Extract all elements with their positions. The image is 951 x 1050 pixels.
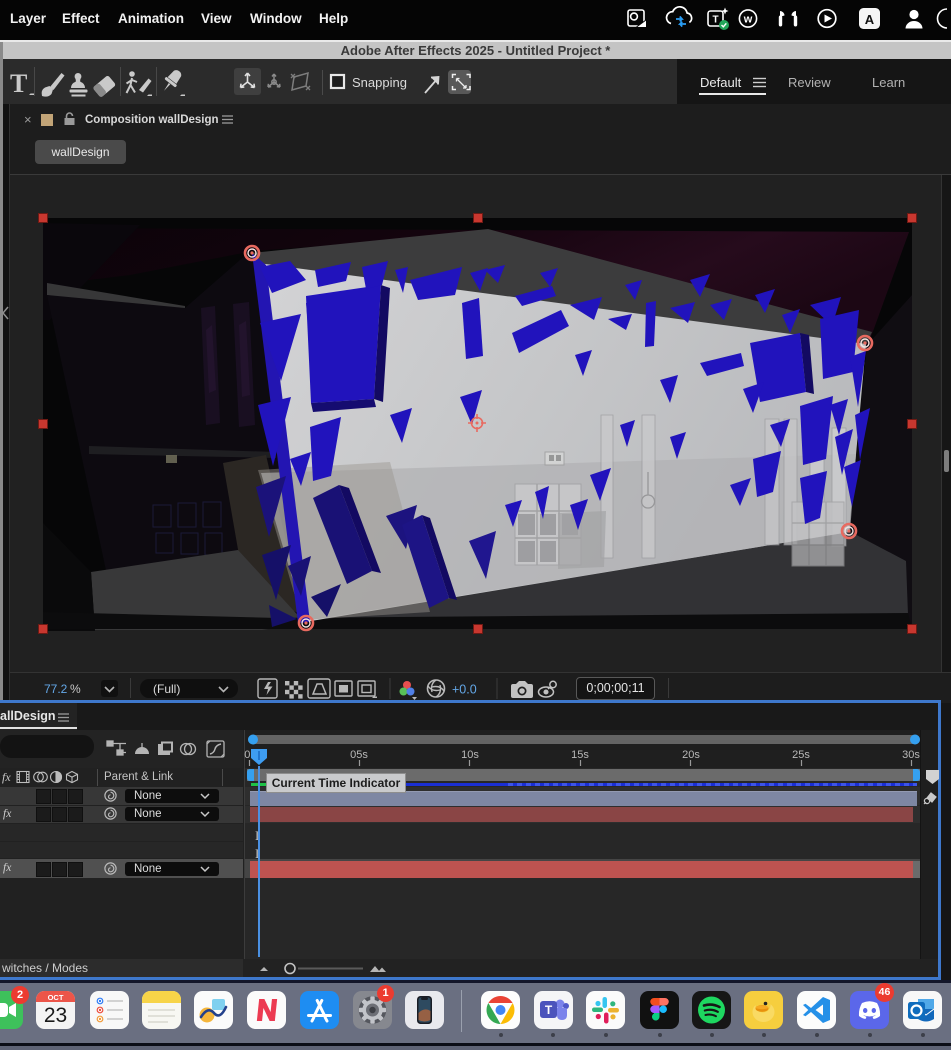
svg-text:OCT: OCT <box>48 993 64 1002</box>
svg-text:10s: 10s <box>461 749 479 761</box>
svg-text:30s: 30s <box>902 749 920 761</box>
svg-text:w: w <box>743 14 753 26</box>
svg-text:23: 23 <box>44 1004 67 1027</box>
svg-text:05s: 05s <box>350 749 368 761</box>
svg-text:20s: 20s <box>682 749 700 761</box>
svg-text:Snapping: Snapping <box>352 75 407 90</box>
svg-text:A: A <box>865 12 875 27</box>
svg-text:T: T <box>10 69 27 98</box>
svg-text:25s: 25s <box>792 749 810 761</box>
svg-text:15s: 15s <box>571 749 589 761</box>
svg-text:T: T <box>545 1003 553 1017</box>
svg-text:T: T <box>712 15 718 26</box>
svg-text:+0.0: +0.0 <box>452 683 477 697</box>
